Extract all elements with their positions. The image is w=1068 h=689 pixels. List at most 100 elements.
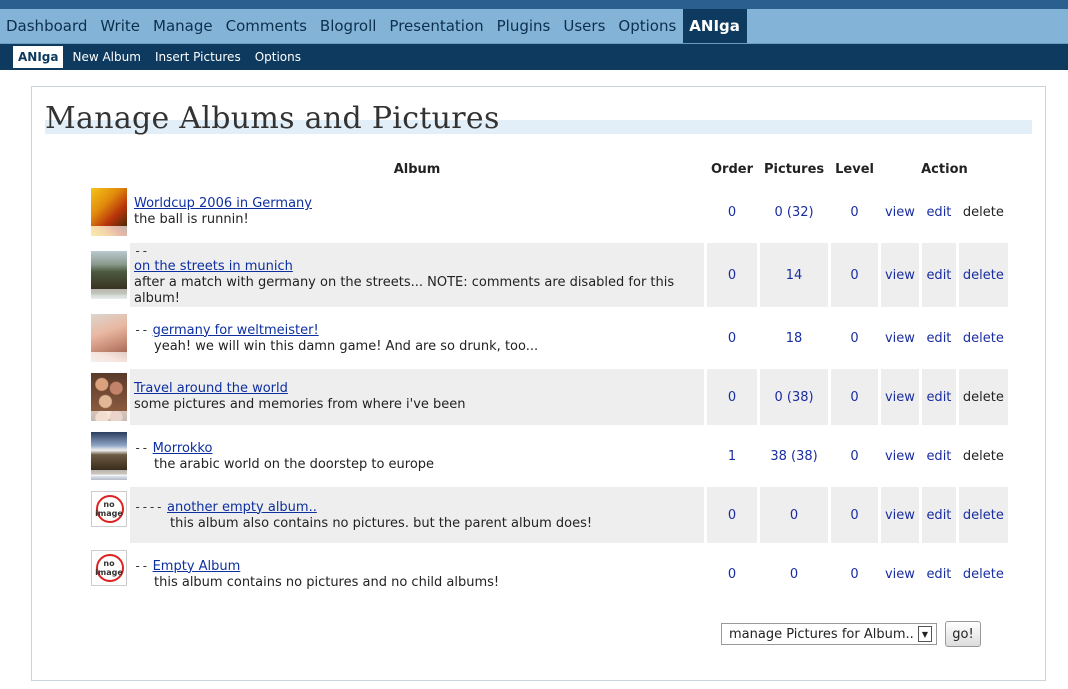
order-cell[interactable]: 0 — [707, 184, 757, 240]
view-link[interactable]: view — [881, 546, 919, 602]
order-cell[interactable]: 0 — [707, 243, 757, 307]
edit-link[interactable]: edit — [921, 487, 956, 543]
thumbnail-cell — [91, 369, 127, 425]
album-link[interactable]: Travel around the world — [134, 381, 288, 396]
subnav-aniga[interactable]: ANIga — [13, 46, 64, 68]
nav-users[interactable]: Users — [557, 9, 612, 43]
album-description: this album contains no pictures and no c… — [154, 574, 500, 590]
album-thumbnail[interactable] — [91, 251, 127, 299]
nav-presentation[interactable]: Presentation — [383, 9, 490, 43]
nav-comments[interactable]: Comments — [220, 9, 314, 43]
header-action: Action — [921, 161, 968, 177]
album-thumbnail[interactable] — [91, 373, 127, 421]
crowd-photo — [91, 373, 127, 411]
table-row: -- Morrokko the arabic world on the door… — [91, 428, 1008, 484]
pictures-cell[interactable]: 38 (38) — [760, 428, 828, 484]
view-link[interactable]: view — [880, 487, 919, 543]
view-link[interactable]: view — [881, 310, 919, 366]
nav-blogroll[interactable]: Blogroll — [314, 9, 384, 43]
delete-link[interactable]: delete — [959, 310, 1008, 366]
pictures-cell[interactable]: 0 — [760, 487, 829, 543]
nav-dashboard[interactable]: Dashboard — [0, 9, 94, 43]
album-description: some pictures and memories from where i'… — [134, 397, 466, 412]
album-indent: -- — [134, 322, 149, 337]
thumbnail-cell — [91, 243, 127, 307]
edit-link[interactable]: edit — [921, 243, 956, 307]
album-description: the arabic world on the doorstep to euro… — [154, 456, 435, 472]
album-indent: ---- — [134, 499, 163, 514]
album-action-select[interactable]: manage Pictures for Album.. ▼ — [721, 623, 937, 645]
chevron-down-icon: ▼ — [918, 626, 932, 642]
thumbnail-cell — [91, 428, 127, 484]
pictures-cell[interactable]: 14 — [760, 243, 829, 307]
level-cell: 0 — [850, 566, 859, 582]
albums-table: Album Order Pictures Level Action Worldc… — [88, 154, 1011, 605]
table-row: -- germany for weltmeister! yeah! we wil… — [91, 310, 1008, 366]
pictures-cell[interactable]: 0 (32) — [760, 184, 828, 240]
album-cell: Travel around the world some pictures an… — [130, 369, 704, 425]
order-cell[interactable]: 0 — [707, 546, 757, 602]
album-thumbnail[interactable] — [91, 432, 127, 480]
nav-plugins[interactable]: Plugins — [491, 9, 558, 43]
top-strip — [0, 0, 1068, 9]
view-link[interactable]: view — [881, 428, 919, 484]
order-cell[interactable]: 1 — [707, 428, 757, 484]
edit-link[interactable]: edit — [921, 369, 956, 425]
pictures-cell[interactable]: 18 — [760, 310, 828, 366]
street-photo — [91, 251, 127, 289]
no-image-icon: no image — [91, 491, 127, 527]
delete-link: delete — [962, 204, 1004, 220]
delete-link[interactable]: delete — [958, 243, 1008, 307]
edit-link[interactable]: edit — [922, 184, 956, 240]
delete-link: delete — [958, 369, 1008, 425]
delete-link[interactable]: delete — [958, 487, 1008, 543]
table-row: Worldcup 2006 in Germany the ball is run… — [91, 184, 1008, 240]
album-link[interactable]: Worldcup 2006 in Germany — [134, 196, 312, 211]
album-indent: -- — [134, 440, 149, 455]
edit-link[interactable]: edit — [922, 546, 956, 602]
edit-link[interactable]: edit — [922, 310, 956, 366]
delete-link[interactable]: delete — [959, 546, 1008, 602]
bulk-action-bar: manage Pictures for Album.. ▼ go! — [721, 621, 981, 647]
order-cell[interactable]: 0 — [707, 310, 757, 366]
level-cell: 0 — [831, 487, 878, 543]
album-description: the ball is runnin! — [134, 212, 249, 227]
nav-write[interactable]: Write — [94, 9, 147, 43]
nav-options[interactable]: Options — [612, 9, 683, 43]
table-row: Travel around the world some pictures an… — [91, 369, 1008, 425]
album-link[interactable]: on the streets in munich — [134, 259, 293, 274]
album-link[interactable]: germany for weltmeister! — [153, 323, 319, 338]
view-link[interactable]: view — [880, 243, 919, 307]
header-pictures: Pictures — [764, 161, 825, 177]
subnav-new-album[interactable]: New Album — [65, 46, 147, 68]
subnav-insert-pictures[interactable]: Insert Pictures — [148, 46, 248, 68]
go-button[interactable]: go! — [945, 621, 981, 647]
album-thumbnail[interactable]: no image — [91, 550, 127, 598]
subnav-options[interactable]: Options — [248, 46, 308, 68]
album-thumbnail[interactable] — [91, 314, 127, 362]
header-level: Level — [835, 161, 874, 177]
view-link[interactable]: view — [881, 184, 919, 240]
album-thumbnail[interactable] — [91, 188, 127, 236]
thumbnail-cell — [91, 310, 127, 366]
hand-photo — [91, 314, 127, 352]
order-cell[interactable]: 0 — [707, 369, 757, 425]
album-thumbnail[interactable]: no image — [91, 491, 127, 539]
level-cell: 0 — [850, 330, 859, 346]
header-order: Order — [711, 161, 753, 177]
order-cell[interactable]: 0 — [707, 487, 757, 543]
nav-aniga[interactable]: ANIga — [683, 9, 747, 43]
nav-manage[interactable]: Manage — [147, 9, 220, 43]
album-cell: ---- another empty album.. this album al… — [130, 487, 704, 543]
pictures-cell[interactable]: 0 — [760, 546, 828, 602]
content-panel: Manage Albums and Pictures Album Order P… — [31, 86, 1046, 681]
edit-link[interactable]: edit — [922, 428, 956, 484]
album-cell: -- Morrokko the arabic world on the door… — [130, 428, 704, 484]
pictures-cell[interactable]: 0 (38) — [760, 369, 829, 425]
table-row: -- on the streets in munich after a matc… — [91, 243, 1008, 307]
album-link[interactable]: Morrokko — [153, 441, 213, 456]
landscape-photo — [91, 432, 127, 470]
view-link[interactable]: view — [880, 369, 919, 425]
album-link[interactable]: another empty album.. — [167, 500, 317, 515]
album-link[interactable]: Empty Album — [153, 559, 241, 574]
